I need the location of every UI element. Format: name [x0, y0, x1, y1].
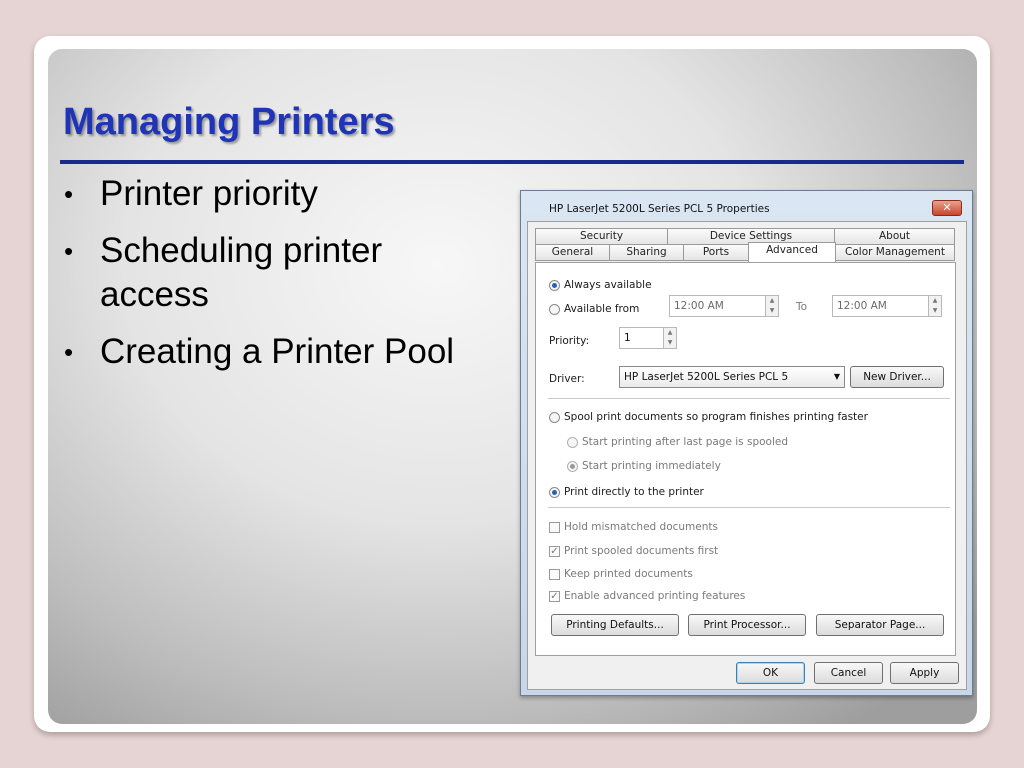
print-directly-label: Print directly to the printer — [564, 486, 704, 498]
bullet-list: • Printer priority • Scheduling printer ac… — [58, 172, 458, 387]
enable-advanced-option[interactable]: ✓ Enable advanced printing features — [549, 590, 745, 602]
start-immediately-option[interactable]: Start printing immediately — [567, 460, 721, 472]
new-driver-button[interactable]: New Driver... — [850, 366, 944, 388]
spool-radio[interactable] — [549, 411, 560, 423]
tab-sharing[interactable]: Sharing — [609, 244, 684, 261]
close-button[interactable]: ✕ — [932, 200, 962, 216]
print-spooled-first-label: Print spooled documents first — [564, 545, 719, 557]
to-label: To — [796, 301, 808, 313]
bullet-dot-icon: • — [64, 179, 74, 209]
start-immediately-radio[interactable] — [567, 460, 578, 472]
bullet-item: • Scheduling printer access — [58, 229, 458, 317]
ok-button[interactable]: OK — [736, 662, 805, 684]
driver-select[interactable]: HP LaserJet 5200L Series PCL 5 ▼ — [619, 366, 845, 388]
print-directly-option[interactable]: Print directly to the printer — [549, 486, 704, 498]
dialog-body: Security Device Settings About General S… — [527, 221, 967, 690]
available-from-option[interactable]: Available from — [549, 303, 639, 315]
bullet-item: • Printer priority — [58, 172, 458, 216]
always-available-radio[interactable] — [549, 279, 560, 291]
spool-label: Spool print documents so program finishe… — [564, 411, 868, 423]
spool-option[interactable]: Spool print documents so program finishe… — [549, 411, 868, 423]
available-from-radio[interactable] — [549, 303, 560, 315]
hold-mismatched-label: Hold mismatched documents — [564, 521, 718, 533]
print-spooled-first-option[interactable]: ✓ Print spooled documents first — [549, 545, 718, 557]
printer-properties-dialog: HP LaserJet 5200L Series PCL 5 Propertie… — [520, 190, 973, 696]
slide-title: Managing Printers — [63, 101, 395, 143]
priority-label: Priority: — [549, 335, 590, 347]
start-after-last-option[interactable]: Start printing after last page is spoole… — [567, 436, 788, 448]
hold-mismatched-option[interactable]: Hold mismatched documents — [549, 521, 718, 533]
chevron-down-icon: ▼ — [833, 372, 840, 381]
enable-advanced-label: Enable advanced printing features — [564, 590, 746, 602]
bullet-item: • Creating a Printer Pool — [58, 330, 458, 374]
tab-general[interactable]: General — [535, 244, 610, 261]
divider — [548, 507, 950, 508]
print-spooled-first-checkbox[interactable]: ✓ — [549, 545, 560, 557]
print-processor-button[interactable]: Print Processor... — [688, 614, 806, 636]
bullet-dot-icon: • — [64, 337, 74, 367]
keep-printed-label: Keep printed documents — [564, 568, 693, 580]
driver-label: Driver: — [549, 373, 585, 385]
from-time-input[interactable]: 12:00 AM — [669, 295, 767, 317]
priority-input[interactable]: 1 — [619, 327, 665, 349]
bullet-text: Creating a Printer Pool — [100, 332, 455, 371]
bullet-text: Scheduling printer access — [100, 231, 383, 314]
tab-advanced[interactable]: Advanced — [748, 242, 836, 262]
bullet-dot-icon: • — [64, 236, 74, 266]
separator-page-button[interactable]: Separator Page... — [816, 614, 944, 636]
tab-ports[interactable]: Ports — [683, 244, 749, 261]
close-icon: ✕ — [942, 201, 952, 214]
hold-mismatched-checkbox[interactable] — [549, 521, 560, 533]
priority-spinner[interactable]: ▲ ▼ — [663, 327, 677, 349]
bullet-text: Printer priority — [100, 174, 318, 213]
cancel-button[interactable]: Cancel — [814, 662, 883, 684]
always-available-option[interactable]: Always available — [549, 279, 652, 291]
start-after-last-radio[interactable] — [567, 436, 578, 448]
available-from-label: Available from — [564, 303, 640, 315]
to-time-spinner[interactable]: ▲ ▼ — [928, 295, 942, 317]
tab-security[interactable]: Security — [535, 228, 668, 245]
from-time-spinner[interactable]: ▲ ▼ — [765, 295, 779, 317]
printing-defaults-button[interactable]: Printing Defaults... — [551, 614, 679, 636]
apply-button[interactable]: Apply — [890, 662, 959, 684]
start-immediately-label: Start printing immediately — [582, 460, 721, 472]
tab-about[interactable]: About — [834, 228, 955, 245]
start-after-last-label: Start printing after last page is spoole… — [582, 436, 789, 448]
dialog-title: HP LaserJet 5200L Series PCL 5 Propertie… — [549, 203, 770, 215]
always-available-label: Always available — [564, 279, 652, 291]
print-directly-radio[interactable] — [549, 486, 560, 498]
driver-value: HP LaserJet 5200L Series PCL 5 — [624, 371, 789, 383]
title-underline — [60, 160, 964, 164]
keep-printed-option[interactable]: Keep printed documents — [549, 568, 693, 580]
divider — [548, 398, 950, 399]
tab-color-management[interactable]: Color Management — [835, 244, 955, 261]
enable-advanced-checkbox[interactable]: ✓ — [549, 590, 560, 602]
keep-printed-checkbox[interactable] — [549, 568, 560, 580]
to-time-input[interactable]: 12:00 AM — [832, 295, 930, 317]
advanced-panel: Always available Available from 12:00 AM… — [535, 262, 956, 656]
